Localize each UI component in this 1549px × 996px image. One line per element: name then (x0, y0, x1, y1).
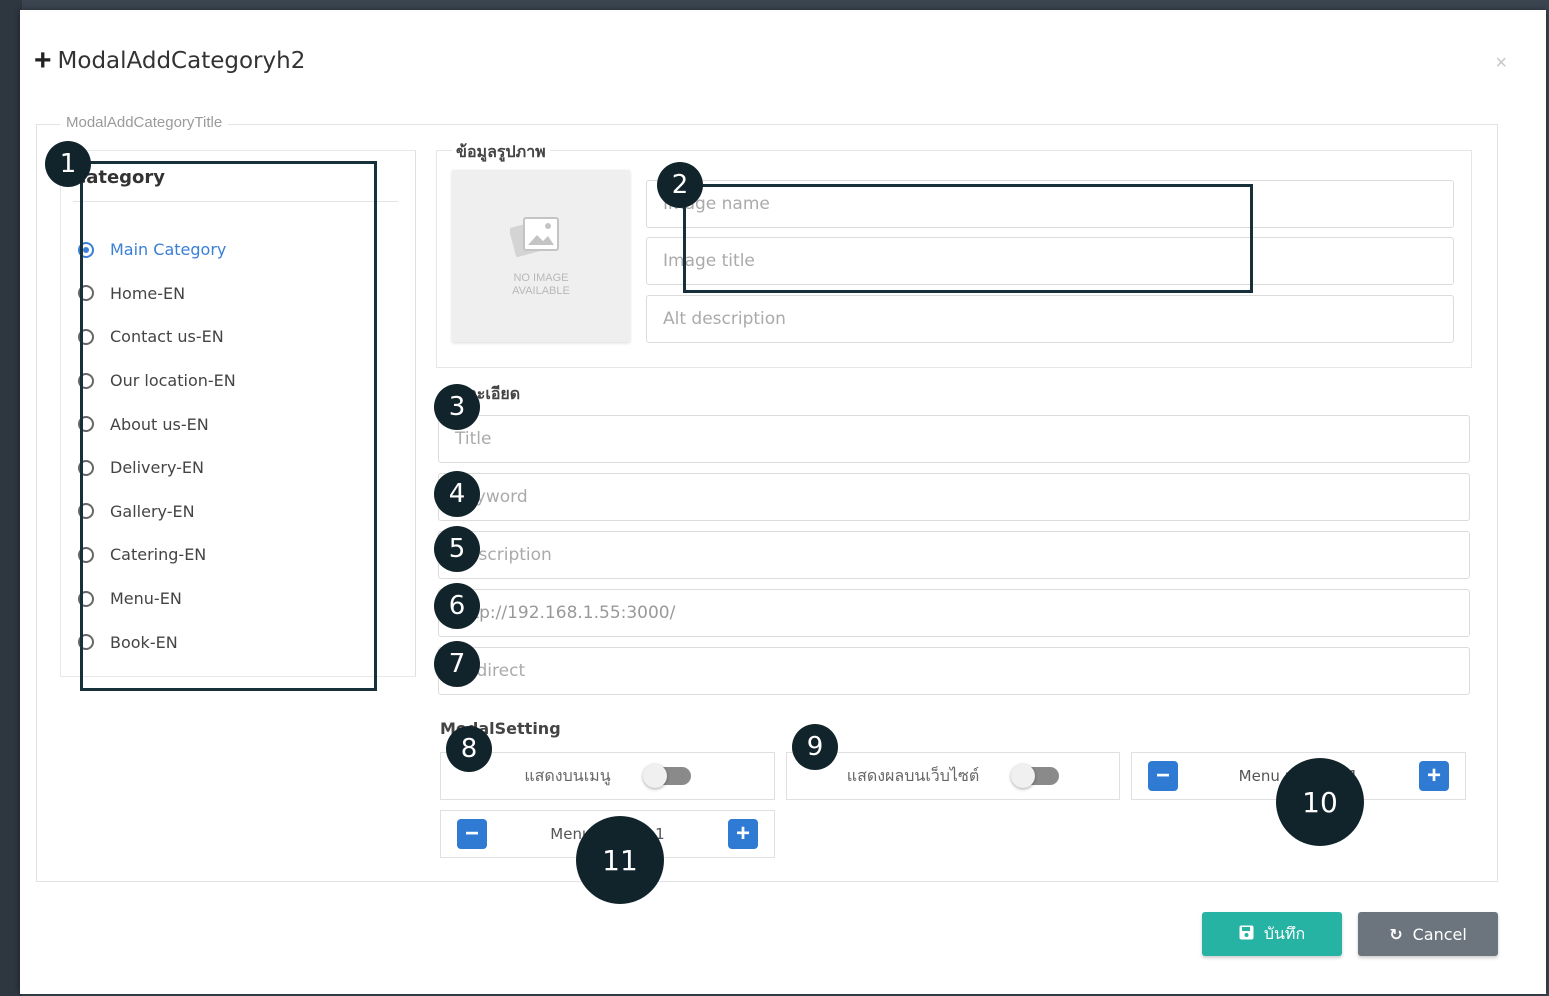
decrease-priority-button[interactable]: − (457, 819, 487, 849)
close-icon[interactable]: × (1495, 52, 1507, 75)
save-button-label: บันทึก (1263, 923, 1306, 943)
save-disk-icon (1239, 925, 1254, 944)
increase-priority-button[interactable]: + (728, 819, 758, 849)
annotation-badge: 11 (576, 816, 664, 904)
show-in-menu-toggle[interactable] (642, 764, 691, 788)
save-button[interactable]: บันทึก (1202, 912, 1342, 956)
annotation-badge: 2 (657, 162, 703, 208)
show-on-website-label: แสดงผลบนเว็บไซต์ (846, 765, 980, 785)
annotation-badge: 7 (434, 641, 480, 687)
image-info-legend: ข้อมูลรูปภาพ (452, 140, 550, 165)
plus-icon: + (34, 44, 52, 77)
alt-description-input[interactable]: Alt description (646, 295, 1454, 343)
annotation-badge: 5 (434, 526, 480, 572)
title-input[interactable]: Title (438, 415, 1470, 463)
no-image-text: NO IMAGE AVAILABLE (452, 272, 630, 298)
cancel-button[interactable]: ↻ Cancel (1358, 912, 1498, 956)
no-image-line-1: NO IMAGE (513, 272, 569, 284)
decrease-position-button[interactable]: − (1148, 761, 1178, 791)
cancel-button-label: Cancel (1412, 924, 1467, 944)
annotation-badge: 1 (45, 141, 91, 187)
annotation-box-image-fields (683, 184, 1253, 293)
modal-header: + ModalAddCategoryh2 (34, 46, 305, 76)
show-in-menu-label: แสดงบนเมนู (524, 765, 611, 785)
annotation-badge: 6 (434, 583, 480, 629)
increase-position-button[interactable]: + (1419, 761, 1449, 791)
annotation-badge: 3 (434, 384, 480, 430)
photo-icon (510, 217, 559, 257)
modal-backdrop (0, 0, 22, 996)
show-in-menu-setting: แสดงบนเมนู (440, 752, 775, 800)
annotation-badge: 10 (1276, 758, 1364, 846)
url-input[interactable]: http://192.168.1.55:3000/ (438, 589, 1470, 637)
show-on-website-setting: แสดงผลบนเว็บไซต์ (786, 752, 1120, 800)
annotation-badge: 9 (792, 724, 838, 770)
annotation-badge: 4 (434, 471, 480, 517)
description-input[interactable]: Description (438, 531, 1470, 579)
redo-icon: ↻ (1389, 924, 1403, 944)
no-image-line-2: AVAILABLE (512, 285, 570, 297)
modal-title: ModalAddCategoryh2 (57, 48, 306, 74)
annotation-badge: 8 (446, 726, 492, 772)
show-on-website-toggle[interactable] (1011, 764, 1060, 788)
keyword-input[interactable]: Keyword (438, 473, 1470, 521)
redirect-input[interactable]: Redirect (438, 647, 1470, 695)
image-upload-placeholder[interactable]: NO IMAGE AVAILABLE (452, 170, 630, 342)
annotation-box-category (80, 161, 377, 691)
form-legend: ModalAddCategoryTitle (60, 114, 229, 131)
